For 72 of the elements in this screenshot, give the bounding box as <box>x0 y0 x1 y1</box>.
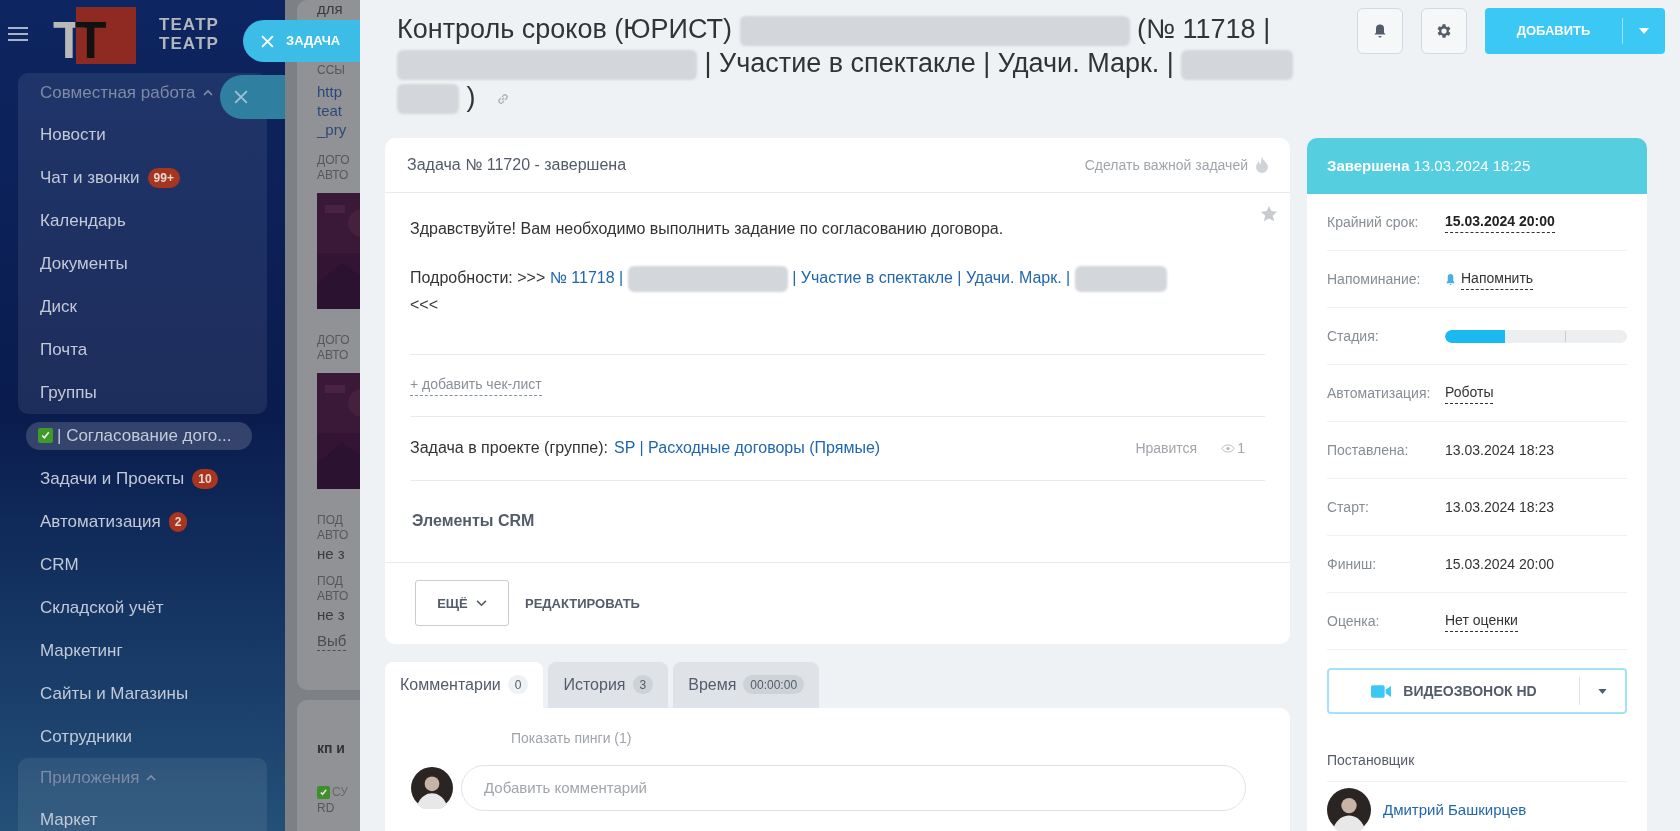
task-title: Контроль сроков (ЮРИСТ) (№ 11718 | | Участие в спектакле | Удачи. Марк. | ) <box>397 12 1327 114</box>
tab[interactable]: Комментарии 0 <box>385 661 544 708</box>
project-link[interactable]: SP | Расходные договоры (Прямые) <box>614 436 881 461</box>
sidebar-item[interactable]: Складской учёт <box>40 594 164 621</box>
field-label: Напоминание: <box>1327 269 1422 289</box>
sidebar-item[interactable]: Документы <box>40 250 128 277</box>
logo-wordmark: ТЕАТР ТЕАТР <box>159 15 219 53</box>
feed-card-title: кп и <box>317 739 346 758</box>
field-label: Старт: <box>1327 497 1370 517</box>
field-label: Стадия: <box>1327 326 1380 346</box>
views-count: 1 <box>1237 438 1245 458</box>
count-badge: 10 <box>192 468 218 489</box>
feed-caption: АВТО <box>317 168 349 183</box>
sidebar-item[interactable]: Диск <box>40 293 77 320</box>
sidebar-item[interactable]: Группы <box>40 379 97 406</box>
feed-caption: ДОГО <box>317 333 350 348</box>
crm-heading: Элементы CRM <box>412 511 535 532</box>
sidebar-item[interactable]: Сотрудники <box>40 723 133 750</box>
sidebar-item[interactable]: | Согласование дого... <box>26 421 252 450</box>
status-label: Завершена <box>1327 155 1410 176</box>
task-description: Здравствуйте! Вам необходимо выполнить задание по согласованию договора. <box>410 219 1005 239</box>
sidebar-item[interactable]: CRM <box>40 551 79 578</box>
project-label: Задача в проекте (группе): <box>410 438 608 459</box>
sidebar-item[interactable]: Маркетинг <box>40 637 123 664</box>
field-value: 13.03.2024 18:23 <box>1445 497 1554 517</box>
sidebar-item[interactable]: Автоматизация <box>40 508 161 535</box>
sidebar-item[interactable]: Задачи и Проекты <box>40 465 185 492</box>
feed-caption: ССЫ <box>317 63 345 78</box>
field-value[interactable]: Нет оценки <box>1445 610 1518 632</box>
feed-text: для <box>317 0 343 17</box>
more-button[interactable]: ЕЩЁ <box>415 580 509 627</box>
creator-name[interactable]: Дмитрий Башкирцев <box>1383 798 1527 822</box>
details-link[interactable]: № 11718 | <box>549 269 624 286</box>
edit-button[interactable]: РЕДАКТИРОВАТЬ <box>525 593 640 613</box>
field-label: Поставлена: <box>1327 440 1410 460</box>
field-value[interactable]: Напомнить <box>1461 268 1534 290</box>
add-checklist-link[interactable]: + добавить чек-лист <box>410 374 542 397</box>
sidebar-item[interactable]: Чат и звонки <box>40 164 140 191</box>
feed-caption: ПОД <box>317 574 343 589</box>
task-heading: Задача № 11720 - завершена <box>407 155 627 175</box>
sidebar-item[interactable]: Почта <box>40 336 88 363</box>
feed-caption: ДОГО <box>317 153 350 168</box>
feed-caption: АВТО <box>317 589 349 604</box>
feed-caption: RD <box>317 801 335 816</box>
field-value[interactable]: 15.03.2024 20:00 <box>1445 211 1555 233</box>
count-badge: 99+ <box>147 167 180 188</box>
comment-field[interactable]: Добавить комментарий <box>461 764 1246 811</box>
count-badge: 2 <box>168 511 188 532</box>
field-value: 13.03.2024 18:23 <box>1445 440 1554 460</box>
field-label: Крайний срок: <box>1327 212 1420 232</box>
sidebar-item[interactable]: Календарь <box>40 207 126 234</box>
field-label: Автоматизация: <box>1327 383 1432 403</box>
field-label: Оценка: <box>1327 611 1381 631</box>
field-label: Финиш: <box>1327 554 1378 574</box>
status-date: 13.03.2024 18:25 <box>1413 155 1531 176</box>
creator-heading: Постановщик <box>1327 750 1627 782</box>
sidebar-item[interactable]: Новости <box>40 121 106 148</box>
field-value[interactable]: Роботы <box>1445 382 1494 404</box>
task-details: Подробности: >>> № 11718 | | Участие в спектакле | Удачи. Марк. | <<< <box>410 265 1230 318</box>
feed-text: не з <box>317 606 345 623</box>
group-title[interactable]: Совместная работа <box>40 80 196 106</box>
tab[interactable]: Время 00:00:00 <box>673 661 820 708</box>
field-value: 15.03.2024 20:00 <box>1445 554 1554 574</box>
sidebar-item[interactable]: Сайты и Магазины <box>40 680 189 707</box>
sidebar-item[interactable]: Маркет <box>40 806 98 831</box>
tab[interactable]: История 3 <box>548 661 669 708</box>
feed-caption: АВТО <box>317 348 349 363</box>
feed-caption: АВТО <box>317 528 349 543</box>
details-link[interactable]: | Участие в спектакле | Удачи. Марк. | <box>792 269 1071 286</box>
feed-caption: ПОД <box>317 513 343 528</box>
video-call-button[interactable]: ВИДЕОЗВОНОК HD <box>1327 668 1627 714</box>
feed-text: не з <box>317 545 345 562</box>
